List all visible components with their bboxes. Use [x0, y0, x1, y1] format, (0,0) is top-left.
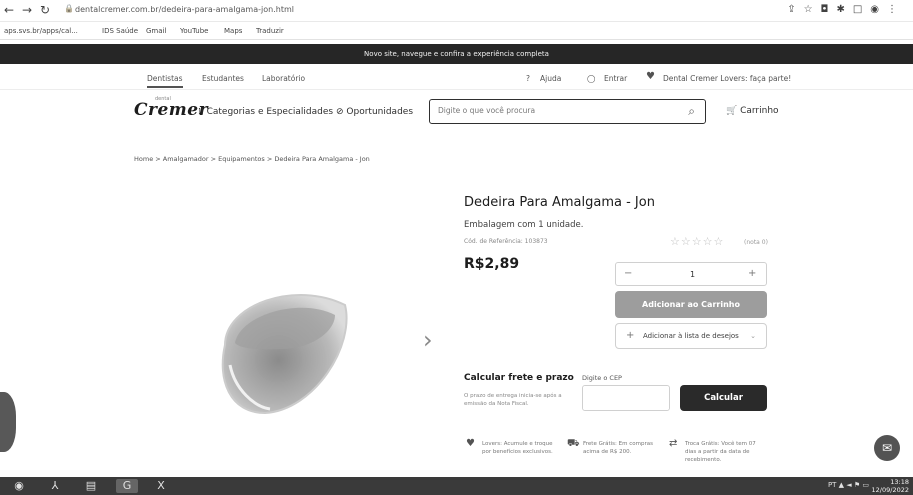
product-reference: Cód. de Referência: 103873: [464, 238, 548, 245]
grid-icon: ⁞⁞: [198, 107, 207, 117]
shipping-description: O prazo de entrega inicia-se após a emis…: [464, 393, 562, 407]
rating-count: (nota 0): [744, 239, 768, 246]
address-bar[interactable]: dentalcremer.com.br/dedeira-para-amalgam…: [75, 5, 294, 14]
quantity-value[interactable]: 1: [690, 270, 695, 279]
opportunities-link[interactable]: ⊘ Oportunidades: [336, 107, 413, 117]
bookmark-item[interactable]: Maps: [224, 27, 242, 35]
rating-stars-icon[interactable]: ☆☆☆☆☆: [670, 235, 724, 248]
search-box: ⌕: [429, 99, 706, 124]
benefit-text: Troca Grátis: Você tem 07 dias a partir …: [685, 441, 756, 463]
benefit-text: Lovers: Acumule e troque por benefícios …: [482, 441, 553, 455]
cart-icon: 🛒: [726, 106, 741, 116]
tag-icon: ⊘: [336, 107, 347, 117]
language-indicator: PT: [827, 481, 837, 489]
user-icon: ◯: [587, 74, 596, 83]
bookmark-item[interactable]: Gmail: [146, 27, 166, 35]
lovers-link[interactable]: Dental Cremer Lovers: faça parte!: [663, 74, 791, 83]
cep-label: Digite o CEP: [582, 374, 622, 382]
browser-toolbar: ← → ↻ 🔒 dentalcremer.com.br/dedeira-para…: [0, 0, 913, 22]
truck-icon: ⛟: [567, 438, 580, 449]
opportunities-label: Oportunidades: [346, 107, 414, 117]
tab-estudantes[interactable]: Estudantes: [202, 74, 244, 83]
add-to-cart-button[interactable]: Adicionar ao Carrinho: [615, 291, 767, 318]
chat-icon[interactable]: ✉: [874, 435, 900, 461]
system-tray[interactable]: PT ▲ ◄ ⚑ ▭: [828, 481, 869, 489]
lock-icon: 🔒: [64, 4, 74, 13]
plus-icon: +: [626, 330, 635, 341]
logo[interactable]: Cremer: [134, 100, 208, 120]
search-icon[interactable]: ⌕: [688, 104, 695, 119]
promo-banner[interactable]: Novo site, navegue e confira a experiênc…: [0, 44, 913, 64]
chevron-down-icon: ⌄: [750, 332, 756, 340]
heart-icon: ♥: [646, 71, 655, 82]
product-image: [221, 294, 348, 415]
benefit-exchange: ⇄ Troca Grátis: Você tem 07 dias a parti…: [669, 439, 767, 464]
quantity-stepper: − 1 +: [615, 262, 767, 286]
back-icon[interactable]: ←: [4, 3, 14, 17]
chevron-right-icon[interactable]: ›: [423, 326, 433, 354]
bookmark-item[interactable]: Traduzir: [256, 27, 284, 35]
benefit-lovers: ♥ Lovers: Acumule e troque por benefício…: [466, 439, 560, 456]
forward-icon[interactable]: →: [22, 3, 32, 17]
bookmarks-bar: aps.svs.br/apps/cal... IDS Saúde Gmail Y…: [0, 22, 913, 40]
calculate-button[interactable]: Calcular: [680, 385, 767, 411]
chrome-icon[interactable]: G: [116, 479, 138, 493]
reload-icon[interactable]: ↻: [40, 3, 50, 17]
exchange-icon: ⇄: [669, 438, 678, 449]
benefit-shipping: ⛟ Frete Grátis: Em compras acima de R$ 2…: [567, 439, 665, 456]
product-title: Dedeira Para Amalgama - Jon: [464, 195, 655, 210]
wishlist-label: Adicionar à lista de desejos: [643, 332, 739, 340]
tab-laboratorio[interactable]: Laboratório: [262, 74, 305, 83]
breadcrumb[interactable]: Home > Amalgamador > Equipamentos > Dede…: [134, 155, 370, 163]
clock[interactable]: 13:18 12/09/2022: [872, 478, 909, 494]
cart-link[interactable]: 🛒 Carrinho: [726, 106, 779, 116]
bookmark-item[interactable]: aps.svs.br/apps/cal...: [4, 27, 78, 35]
clock-date: 12/09/2022: [871, 486, 909, 494]
plus-icon[interactable]: +: [748, 268, 756, 279]
product-price: R$2,89: [464, 256, 520, 272]
cep-input[interactable]: [582, 385, 670, 411]
tab-dentistas[interactable]: Dentistas: [147, 74, 183, 88]
heart-icon: ♥: [466, 438, 475, 449]
top-nav: Dentistas Estudantes Laboratório ? Ajuda…: [0, 64, 913, 90]
bookmark-item[interactable]: IDS Saúde: [102, 27, 138, 35]
excel-icon[interactable]: X: [150, 479, 172, 493]
decorative-shape: [0, 392, 16, 452]
help-link[interactable]: Ajuda: [540, 74, 561, 83]
cart-label: Carrinho: [740, 106, 779, 116]
taskbar: ◉ ⅄ ▤ G X PT ▲ ◄ ⚑ ▭ 13:18 12/09/2022: [0, 477, 913, 495]
shipping-title: Calcular frete e prazo: [464, 373, 574, 383]
categories-menu[interactable]: ⁞⁞ Categorias e Especialidades: [198, 107, 333, 117]
start-icon[interactable]: ◉: [8, 479, 30, 493]
help-icon: ?: [526, 74, 530, 83]
app-icon[interactable]: ⅄: [44, 479, 66, 493]
wishlist-button[interactable]: + Adicionar à lista de desejos ⌄: [615, 323, 767, 349]
benefit-text: Frete Grátis: Em compras acima de R$ 200…: [583, 441, 653, 455]
explorer-icon[interactable]: ▤: [80, 479, 102, 493]
login-link[interactable]: Entrar: [604, 74, 627, 83]
product-packaging: Embalagem com 1 unidade.: [464, 220, 584, 230]
bookmark-item[interactable]: YouTube: [180, 27, 208, 35]
search-input[interactable]: [438, 106, 668, 115]
clock-time: 13:18: [890, 478, 909, 486]
categories-label: Categorias e Especialidades: [206, 107, 334, 117]
minus-icon[interactable]: −: [624, 268, 632, 279]
extensions-icons[interactable]: ⇪☆◘✱□◉⋮: [787, 4, 905, 15]
